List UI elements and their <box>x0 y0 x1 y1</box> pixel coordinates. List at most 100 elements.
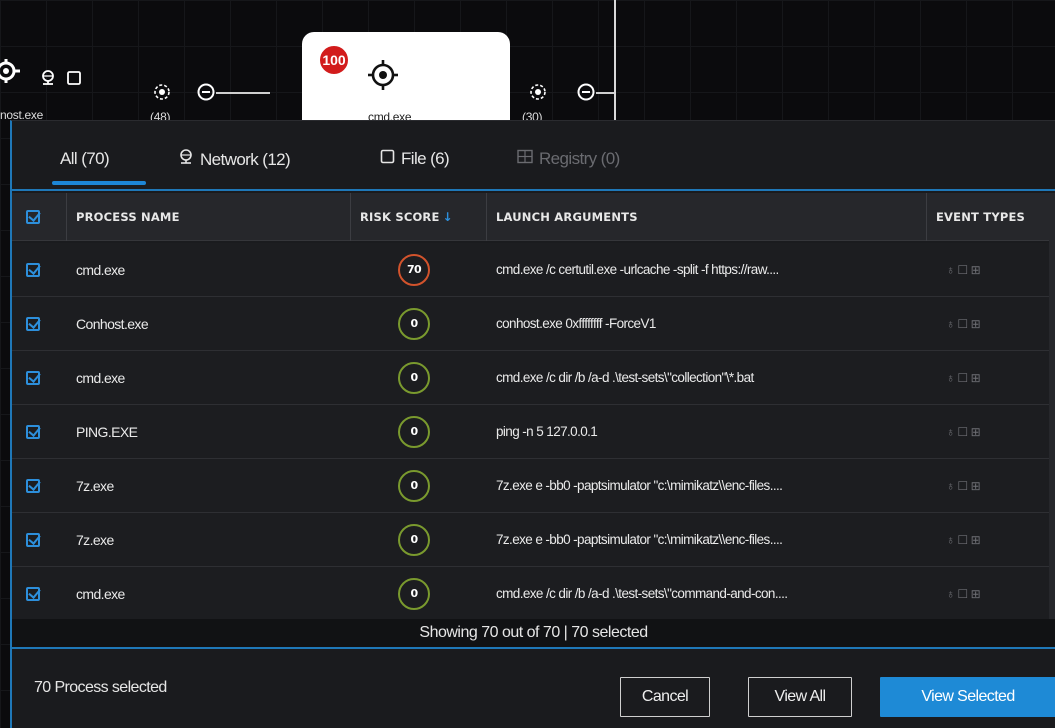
column-header-event-types[interactable]: EVENT TYPES <box>936 193 1025 241</box>
process-node-icon[interactable] <box>366 58 400 92</box>
tab-label: File (6) <box>401 149 450 168</box>
table-scrollbar[interactable] <box>1049 193 1055 619</box>
network-icon <box>178 149 194 170</box>
event-types: ♁ ☐ ⊞ <box>946 405 981 458</box>
process-name: 7z.exe <box>76 477 114 494</box>
graph-edge <box>216 92 270 94</box>
file-icon: ☐ <box>957 316 968 331</box>
table-header: PROCESS NAME RISK SCORE ↓ LAUNCH ARGUMEN… <box>12 193 1055 241</box>
launch-arguments: cmd.exe /c dir /b /a-d .\test-sets\"comm… <box>496 586 788 601</box>
row-checkbox[interactable] <box>26 567 40 620</box>
row-checkbox[interactable] <box>26 513 40 566</box>
column-header-launch-arguments[interactable]: LAUNCH ARGUMENTS <box>496 193 638 241</box>
risk-score: 0 <box>398 405 430 458</box>
selection-status: Showing 70 out of 70 | 70 selected <box>12 619 1055 647</box>
risk-score: 0 <box>398 351 430 404</box>
tab-file[interactable]: File (6) <box>380 149 450 169</box>
risk-score-value: 0 <box>398 469 430 502</box>
network-icon <box>40 70 56 86</box>
risk-badge: 100 <box>318 44 350 76</box>
launch-arguments: conhost.exe 0xffffffff -ForceV1 <box>496 316 656 331</box>
table-row[interactable]: Conhost.exe 0 conhost.exe 0xffffffff -Fo… <box>12 297 1055 351</box>
process-name: cmd.exe <box>76 585 125 602</box>
process-name: PING.EXE <box>76 423 138 440</box>
registry-icon: ⊞ <box>970 532 981 547</box>
cancel-button[interactable]: Cancel <box>620 677 710 717</box>
process-list-panel: All (70) Network (12) File (6) Registry … <box>10 120 1055 728</box>
event-types: ♁ ☐ ⊞ <box>946 459 981 512</box>
tab-label: All (70) <box>60 149 110 168</box>
view-selected-button[interactable]: View Selected <box>880 677 1055 717</box>
registry-icon: ⊞ <box>970 370 981 385</box>
launch-arguments: cmd.exe /c certutil.exe -urlcache -split… <box>496 262 779 277</box>
selected-count: 70 Process selected <box>34 679 167 696</box>
column-divider <box>350 193 351 241</box>
table-row[interactable]: 7z.exe 0 7z.exe e -bb0 -paptsimulator "c… <box>12 459 1055 513</box>
event-types: ♁ ☐ ⊞ <box>946 513 981 566</box>
risk-score: 0 <box>398 567 430 620</box>
event-types: ♁ ☐ ⊞ <box>946 297 981 350</box>
active-tab-indicator <box>52 181 146 185</box>
table-row[interactable]: cmd.exe 0 cmd.exe /c dir /b /a-d .\test-… <box>12 567 1055 621</box>
process-node-icon[interactable] <box>528 82 548 102</box>
network-icon: ♁ <box>946 424 955 439</box>
risk-score: 0 <box>398 513 430 566</box>
graph-edge <box>596 92 614 94</box>
process-node-icon[interactable] <box>152 82 172 102</box>
row-checkbox[interactable] <box>26 351 40 404</box>
risk-score-label: RISK SCORE <box>360 210 440 224</box>
process-name: cmd.exe <box>76 261 125 278</box>
event-types: ♁ ☐ ⊞ <box>946 567 981 620</box>
file-icon <box>380 149 395 169</box>
risk-score-value: 0 <box>398 361 430 394</box>
column-header-process-name[interactable]: PROCESS NAME <box>76 193 180 241</box>
tab-network[interactable]: Network (12) <box>178 149 291 170</box>
table-row[interactable]: 7z.exe 0 7z.exe e -bb0 -paptsimulator "c… <box>12 513 1055 567</box>
launch-arguments: 7z.exe e -bb0 -paptsimulator "c:\mimikat… <box>496 478 783 493</box>
file-icon: ☐ <box>957 424 968 439</box>
row-checkbox[interactable] <box>26 459 40 512</box>
file-icon: ☐ <box>957 478 968 493</box>
file-icon <box>66 70 82 86</box>
tab-label: Network (12) <box>200 149 291 169</box>
tab-all[interactable]: All (70) <box>60 149 110 169</box>
event-types: ♁ ☐ ⊞ <box>946 351 981 404</box>
graph-edge <box>614 0 616 120</box>
tab-registry[interactable]: Registry (0) <box>517 149 620 169</box>
network-icon: ♁ <box>946 262 955 277</box>
event-types: ♁ ☐ ⊞ <box>946 243 981 296</box>
panel-footer: 70 Process selected Cancel View All View… <box>12 647 1055 728</box>
risk-score-value: 0 <box>398 577 430 610</box>
select-all-checkbox[interactable] <box>26 193 40 241</box>
view-all-button[interactable]: View All <box>748 677 852 717</box>
registry-icon: ⊞ <box>970 316 981 331</box>
table-row[interactable]: cmd.exe 0 cmd.exe /c dir /b /a-d .\test-… <box>12 351 1055 405</box>
process-graph-canvas[interactable]: nost.exe (48) 100 cmd.exe (30) All (70) … <box>0 0 1055 728</box>
table-row[interactable]: PING.EXE 0 ping -n 5 127.0.0.1 ♁ ☐ ⊞ <box>12 405 1055 459</box>
row-checkbox[interactable] <box>26 243 40 296</box>
column-header-risk-score[interactable]: RISK SCORE ↓ <box>360 193 453 241</box>
row-checkbox[interactable] <box>26 297 40 350</box>
collapse-icon[interactable] <box>576 82 596 102</box>
launch-arguments: ping -n 5 127.0.0.1 <box>496 424 598 439</box>
file-icon: ☐ <box>957 370 968 385</box>
file-icon: ☐ <box>957 262 968 277</box>
registry-icon: ⊞ <box>970 262 981 277</box>
risk-score: 0 <box>398 297 430 350</box>
file-icon: ☐ <box>957 532 968 547</box>
table-row[interactable]: cmd.exe 70 cmd.exe /c certutil.exe -urlc… <box>12 243 1055 297</box>
registry-icon: ⊞ <box>970 586 981 601</box>
risk-score-value: 0 <box>398 307 430 340</box>
row-checkbox[interactable] <box>26 405 40 458</box>
launch-arguments: 7z.exe e -bb0 -paptsimulator "c:\mimikat… <box>496 532 783 547</box>
column-divider <box>486 193 487 241</box>
network-icon: ♁ <box>946 532 955 547</box>
column-divider <box>66 193 67 241</box>
risk-score-value: 70 <box>398 253 430 286</box>
process-node-icon[interactable] <box>0 56 22 86</box>
risk-score: 70 <box>398 243 430 296</box>
process-name: cmd.exe <box>76 369 125 386</box>
network-icon: ♁ <box>946 370 955 385</box>
collapse-icon[interactable] <box>196 82 216 102</box>
registry-icon <box>517 149 533 169</box>
